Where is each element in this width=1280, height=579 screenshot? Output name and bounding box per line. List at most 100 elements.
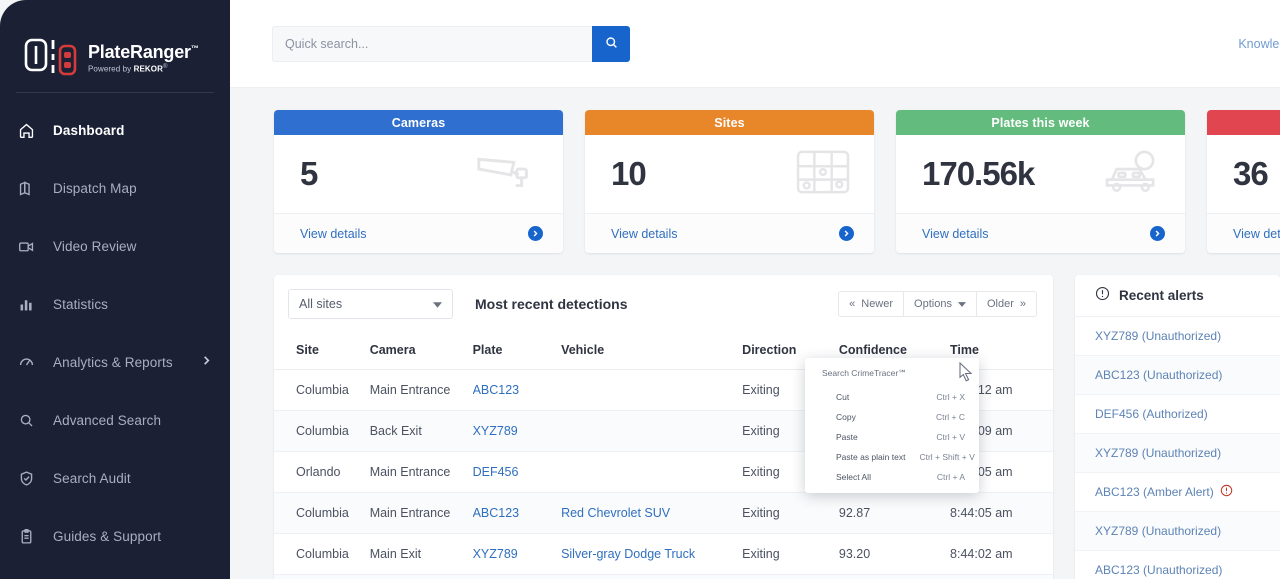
cell-plate-link[interactable]: DEF456	[473, 465, 519, 479]
alerts-title: Recent alerts	[1119, 288, 1204, 303]
cell-site: Columbia	[274, 533, 370, 575]
search-button[interactable]	[592, 25, 630, 62]
alert-item[interactable]: ABC123 (Unauthorized)	[1075, 356, 1280, 395]
quick-search	[272, 25, 630, 62]
double-chevron-right-icon: »	[1019, 298, 1026, 310]
card-title: Sites	[585, 110, 874, 135]
brand-powered-rekor: REKOR	[133, 64, 163, 74]
context-menu-item-cut[interactable]: Cut Ctrl + X	[805, 387, 979, 407]
stat-card-cameras[interactable]: Cameras 5 View details	[274, 110, 563, 253]
sidebar-item-label: Video Review	[53, 238, 137, 254]
card-view-details-link[interactable]: View details	[611, 227, 677, 241]
cell-camera: Main Entrance	[369, 451, 473, 493]
sidebar-item-dashboard[interactable]: Dashboard	[0, 101, 230, 159]
sidebar-item-dispatch-map[interactable]: Dispatch Map	[0, 159, 230, 217]
cell-time: 8:44:05 am	[950, 492, 1053, 534]
chevron-down-icon	[433, 297, 442, 311]
knowledge-base-link[interactable]: Knowledge B	[1238, 37, 1280, 51]
cell-vehicle-link[interactable]: Silver-gray Dodge Truck	[561, 547, 695, 561]
sidebar-item-advanced-search[interactable]: Advanced Search	[0, 391, 230, 449]
sidebar-item-search-audit[interactable]: Search Audit	[0, 449, 230, 507]
options-button[interactable]: Options	[904, 291, 977, 317]
cell-plate-link[interactable]: XYZ789	[473, 424, 518, 438]
card-title: Plates this week	[896, 110, 1185, 135]
sidebar-item-analytics-reports[interactable]: Analytics & Reports	[0, 333, 230, 391]
exclamation-circle-red-icon	[1220, 484, 1233, 500]
sidebar-item-label: Statistics	[53, 296, 109, 312]
table-row[interactable]: Columbia Main Exit XYZ789 Silver-gray Do…	[274, 533, 1053, 575]
older-button[interactable]: Older »	[976, 291, 1037, 317]
alert-label: XYZ789 (Unauthorized)	[1095, 524, 1222, 538]
context-menu-item-select-all[interactable]: Select All Ctrl + A	[805, 467, 979, 487]
shield-check-icon	[18, 470, 44, 487]
chevron-right-icon[interactable]	[201, 353, 212, 371]
card-value: 170.56k	[922, 155, 1035, 192]
video-camera-icon	[18, 238, 44, 255]
alert-item[interactable]: ABC123 (Amber Alert)	[1075, 473, 1280, 512]
cell-vehicle-link[interactable]: Red Chevrolet SUV	[561, 506, 670, 520]
stat-card-plates-this-week[interactable]: Plates this week 170.56k View details	[896, 110, 1185, 253]
column-header-plate: Plate	[472, 333, 562, 370]
table-row[interactable]: Columbia Main Entrance ABC123 Red Chevro…	[274, 492, 1053, 534]
context-menu-shortcut: Ctrl + V	[936, 432, 965, 442]
context-menu-label: Paste	[836, 432, 858, 442]
newer-label: Newer	[861, 298, 894, 310]
search-input[interactable]	[272, 25, 592, 62]
cell-plate-link[interactable]: XYZ789	[473, 547, 518, 561]
context-menu-item-copy[interactable]: Copy Ctrl + C	[805, 407, 979, 427]
context-menu-item-paste[interactable]: Paste Ctrl + V	[805, 427, 979, 447]
column-header-camera: Camera	[369, 333, 473, 370]
alert-item[interactable]: XYZ789 (Unauthorized)	[1075, 434, 1280, 473]
sidebar-item-statistics[interactable]: Statistics	[0, 275, 230, 333]
alerts-header: Recent alerts	[1075, 275, 1280, 317]
map-icon	[18, 180, 44, 197]
context-menu: Search CrimeTracer℠ Cut Ctrl + X Copy Ct…	[805, 358, 979, 493]
sidebar-item-guides-support[interactable]: Guides & Support	[0, 507, 230, 565]
cell-plate-link[interactable]: ABC123	[473, 383, 520, 397]
column-header-vehicle: Vehicle	[561, 333, 743, 370]
context-menu-search-crimetracer[interactable]: Search CrimeTracer℠	[805, 362, 979, 387]
cell-site: Orlando	[274, 451, 370, 493]
options-label: Options	[914, 298, 952, 310]
context-menu-shortcut: Ctrl + X	[936, 392, 965, 402]
card-view-details-link[interactable]: View details	[1233, 227, 1280, 241]
home-icon	[18, 122, 44, 139]
card-view-details-link[interactable]: View details	[922, 227, 988, 241]
alert-item[interactable]: ABC123 (Unauthorized)	[1075, 551, 1280, 579]
card-value: 5	[300, 155, 318, 192]
cell-direction: Entering	[742, 574, 839, 579]
stat-cards: Cameras 5 View details Sites 10 View det…	[230, 88, 1280, 253]
site-filter-select[interactable]: All sites	[288, 289, 453, 319]
sidebar-item-video-review[interactable]: Video Review	[0, 217, 230, 275]
cell-camera: Back Exit	[369, 410, 473, 452]
chevron-right-icon[interactable]	[528, 226, 543, 241]
alert-item[interactable]: XYZ789 (Unauthorized)	[1075, 317, 1280, 356]
exclamation-circle-icon	[1095, 286, 1110, 306]
lower-section: All sites Most recent detections « Newer…	[230, 253, 1280, 579]
context-menu-item-paste-as-plain-text[interactable]: Paste as plain text Ctrl + Shift + V	[805, 447, 979, 467]
recent-alerts-panel: Recent alerts XYZ789 (Unauthorized) ABC1…	[1075, 275, 1280, 579]
card-view-details-link[interactable]: View details	[300, 227, 366, 241]
chevron-down-icon	[957, 298, 966, 310]
chevron-right-icon[interactable]	[839, 226, 854, 241]
card-title: Cameras	[274, 110, 563, 135]
brand-powered-sup: ®	[162, 64, 168, 71]
cell-confidence: 92.87	[838, 492, 951, 534]
sidebar-nav: Dashboard Dispatch Map Video Review Stat…	[0, 93, 230, 565]
table-row[interactable]: Orlando Main Entrance DEF456 White Kenwo…	[274, 574, 1053, 579]
mouse-cursor-icon	[959, 361, 975, 387]
context-menu-shortcut: Ctrl + C	[935, 412, 965, 422]
chevron-right-icon[interactable]	[1150, 226, 1165, 241]
column-header-site: Site	[274, 333, 370, 370]
stat-card-alerts[interactable]: 36 View details	[1207, 110, 1280, 253]
cell-camera: Main Exit	[369, 533, 473, 575]
card-value: 10	[611, 155, 647, 192]
brand-logo[interactable]: PlateRanger™ Powered by REKOR®	[0, 0, 230, 92]
stat-card-sites[interactable]: Sites 10 View details	[585, 110, 874, 253]
alert-item[interactable]: XYZ789 (Unauthorized)	[1075, 512, 1280, 551]
alert-item[interactable]: DEF456 (Authorized)	[1075, 395, 1280, 434]
cell-camera: Main Entrance	[369, 574, 473, 579]
newer-button[interactable]: « Newer	[838, 291, 905, 317]
cell-plate-link[interactable]: ABC123	[473, 506, 520, 520]
cell-confidence: 93.20	[838, 533, 951, 575]
